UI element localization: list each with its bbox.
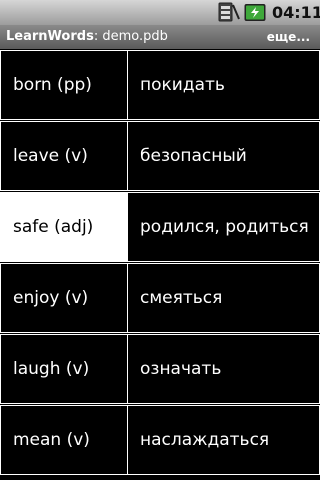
window-title: LearnWords: demo.pdb — [6, 29, 168, 45]
word-row: mean (v) наслаждаться — [0, 405, 320, 475]
translation-cell[interactable]: наслаждаться — [127, 405, 320, 475]
battery-charging-icon — [244, 4, 266, 21]
word-row: laugh (v) означать — [0, 334, 320, 404]
phone-screen: 04:11 LearnWords: demo.pdb еще... born (… — [0, 0, 320, 480]
translation-cell[interactable]: означать — [127, 334, 320, 404]
clock: 04:11 — [272, 3, 320, 22]
word-grid: born (pp) покидать leave (v) безопасный … — [0, 50, 320, 480]
app-name: LearnWords — [6, 29, 94, 44]
title-bar: LearnWords: demo.pdb еще... — [0, 25, 320, 49]
file-name: demo.pdb — [98, 29, 168, 44]
translation-cell[interactable]: родился, родиться — [127, 192, 320, 262]
word-row: leave (v) безопасный — [0, 121, 320, 191]
sim-no-signal-icon — [218, 2, 240, 22]
status-bar: 04:11 — [0, 0, 320, 25]
word-row: born (pp) покидать — [0, 50, 320, 120]
translation-cell[interactable]: покидать — [127, 50, 320, 120]
more-menu-button[interactable]: еще... — [267, 29, 310, 45]
word-cell[interactable]: enjoy (v) — [0, 263, 128, 333]
word-row: enjoy (v) смеяться — [0, 263, 320, 333]
word-cell[interactable]: laugh (v) — [0, 334, 128, 404]
word-cell[interactable]: leave (v) — [0, 121, 128, 191]
word-row: safe (adj) родился, родиться — [0, 192, 320, 262]
word-cell[interactable]: mean (v) — [0, 405, 128, 475]
translation-cell[interactable]: смеяться — [127, 263, 320, 333]
word-cell-selected[interactable]: safe (adj) — [0, 192, 128, 262]
word-cell[interactable]: born (pp) — [0, 50, 128, 120]
translation-cell[interactable]: безопасный — [127, 121, 320, 191]
